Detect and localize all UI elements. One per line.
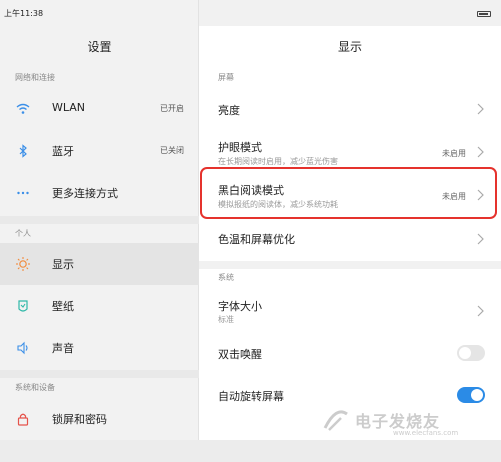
sidebar-item-label: 壁纸 [52, 300, 74, 313]
status-bar [199, 0, 501, 26]
sun-icon [16, 257, 30, 271]
auto-rotate-toggle[interactable] [457, 387, 485, 403]
sidebar-item-value: 已开启 [160, 104, 184, 113]
row-label: 自动旋转屏幕 [218, 390, 284, 403]
sidebar-title: 设置 [87, 40, 112, 54]
wifi-icon [16, 103, 30, 114]
section-divider [0, 216, 199, 224]
status-time: 上午11:38 [4, 9, 44, 18]
page-title: 显示 [337, 40, 362, 54]
section-screen-header: 屏幕 [218, 73, 234, 82]
sidebar-item-display[interactable]: 显示 [0, 243, 199, 285]
sidebar-item-wallpaper[interactable]: 壁纸 [0, 285, 199, 327]
more-dots-icon [17, 191, 29, 195]
sidebar-item-sound[interactable]: 声音 [0, 327, 199, 369]
watermark: 电子发烧友 www.elecfans.com [321, 402, 481, 437]
sidebar-item-more-connections[interactable]: 更多连接方式 [0, 172, 199, 214]
sidebar-item-label: WLAN [52, 101, 86, 114]
row-label: 字体大小 [218, 300, 262, 313]
section-personal-header: 个人 [15, 229, 31, 238]
row-label: 护眼模式 [218, 141, 262, 154]
sidebar-item-bluetooth[interactable]: 蓝牙 已关闭 [0, 130, 199, 172]
settings-sidebar: 上午11:38 设置 网络和连接 WLAN 已开启 蓝牙 已关闭 更多连接方式 … [0, 0, 199, 440]
font-size-row[interactable]: 字体大小 标准 [199, 290, 501, 330]
sidebar-item-label: 蓝牙 [52, 145, 74, 158]
row-value: 未启用 [442, 149, 466, 158]
chevron-right-icon [477, 146, 484, 158]
row-label: 双击唤醒 [218, 348, 262, 361]
section-system-header: 系统和设备 [15, 383, 55, 392]
section-divider [199, 261, 501, 269]
bottom-strip [0, 440, 501, 462]
color-temp-row[interactable]: 色温和屏幕优化 [199, 218, 501, 260]
double-tap-toggle[interactable] [457, 345, 485, 361]
sidebar-item-value: 已关闭 [160, 146, 184, 155]
lock-icon [17, 413, 29, 426]
highlight-box [200, 167, 497, 219]
sidebar-item-lockscreen[interactable]: 锁屏和密码 [0, 398, 199, 440]
sidebar-item-label: 更多连接方式 [52, 187, 118, 200]
watermark-logo-icon [323, 410, 348, 431]
watermark-site: www.elecfans.com [393, 429, 459, 437]
chevron-right-icon [477, 103, 484, 115]
row-label: 亮度 [218, 104, 240, 117]
section-divider [0, 370, 199, 378]
wallpaper-icon [18, 300, 28, 312]
display-settings-panel: 显示 屏幕 亮度 护眼模式 在长期阅读时启用，减少蓝光伤害 未启用 黑白阅读模式… [199, 0, 501, 440]
brightness-row[interactable]: 亮度 [199, 88, 501, 130]
battery-icon [477, 11, 491, 17]
sidebar-item-wlan[interactable]: WLAN 已开启 [0, 88, 199, 130]
eye-protect-row[interactable]: 护眼模式 在长期阅读时启用，减少蓝光伤害 未启用 [199, 130, 501, 170]
sidebar-item-label: 锁屏和密码 [52, 413, 107, 426]
section-network-header: 网络和连接 [15, 73, 55, 82]
section-system-header: 系统 [218, 273, 234, 282]
sidebar-item-label: 显示 [52, 258, 74, 271]
sidebar-item-label: 声音 [52, 342, 74, 355]
row-subtitle: 标准 [218, 315, 234, 324]
speaker-icon [17, 341, 28, 355]
row-label: 色温和屏幕优化 [218, 233, 295, 246]
chevron-right-icon [477, 233, 484, 245]
row-subtitle: 在长期阅读时启用，减少蓝光伤害 [218, 157, 338, 166]
bluetooth-icon [19, 144, 27, 158]
chevron-right-icon [477, 305, 484, 317]
double-tap-wake-row: 双击唤醒 [199, 332, 501, 374]
